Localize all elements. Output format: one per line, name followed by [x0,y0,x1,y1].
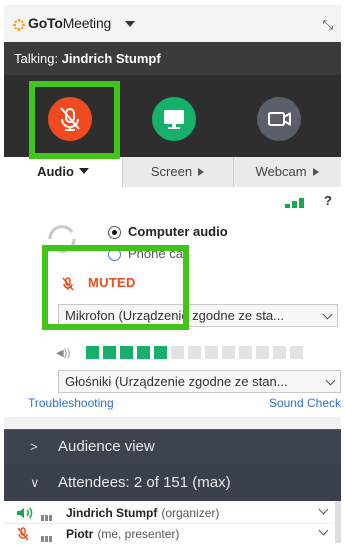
attendee-row[interactable]: Jindrich Stumpf (organizer) [4,503,341,523]
app-menu-caret-icon[interactable] [125,21,135,27]
talking-indicator: Talking: Jindrich Stumpf [4,42,341,75]
level-segment [256,346,269,359]
connection-bars-icon [41,531,53,543]
highlight-box [29,81,120,159]
attendee-role: (me, presenter) [97,527,180,541]
collapse-panel-icon[interactable]: ⤡ [323,17,334,33]
level-segment [171,346,184,359]
tab-screen[interactable]: Screen [122,157,234,187]
attendee-role: (organizer) [161,506,220,520]
media-tabs: Audio Screen Webcam [4,157,341,188]
computer-audio-label: Computer audio [128,224,228,239]
level-segment [205,346,218,359]
attendee-name-text: Piotr [66,527,94,541]
share-screen-button[interactable] [152,97,196,141]
brand-bold: GoTo [28,15,63,31]
attendee-name: Piotr (me, presenter) [66,527,179,541]
webcam-icon [268,112,291,126]
microphone-muted-icon [17,527,29,541]
tab-screen-label: Screen [150,164,193,179]
speaker-select[interactable]: Głośniki (Urządzenie zgodne ze stan... [58,370,341,393]
speaking-icon [17,507,33,519]
audience-view-label: Audience view [58,438,155,455]
tab-webcam[interactable]: Webcam [233,157,341,187]
connection-bars-icon [41,510,53,524]
tab-audio[interactable]: Audio [4,157,123,188]
level-segment [290,346,303,359]
chevron-right-icon: > [30,439,38,454]
brand-rest: Meeting [62,15,112,31]
level-segment [86,346,99,359]
troubleshooting-link[interactable]: Troubleshooting [28,396,114,410]
chevron-down-icon [322,309,333,320]
screen-share-icon [164,110,184,129]
sound-check-link[interactable]: Sound Check [269,396,341,410]
attendees-label: Attendees: 2 of 151 (max) [58,474,231,491]
speaker-volume-icon: ◀)) [56,348,71,359]
computer-audio-radio[interactable] [108,226,121,239]
attendee-list-scrollbar[interactable] [335,501,341,543]
speaker-select-value: Głośniki (Urządzenie zgodne ze stan... [65,374,288,389]
attendee-name: Jindrich Stumpf (organizer) [66,506,219,520]
talking-name: Jindrich Stumpf [61,51,161,66]
title-bar: GoToMeeting ⤡ [4,5,341,43]
talking-prefix: Talking: [14,51,62,66]
level-segment [239,346,252,359]
gotomeeting-panel: GoToMeeting ⤡ Talking: Jindrich Stumpf A… [4,5,341,543]
attendee-name-text: Jindrich Stumpf [66,506,158,520]
chevron-right-icon [312,168,319,176]
tab-audio-label: Audio [37,164,74,179]
attendee-row[interactable]: Piotr (me, presenter) [4,523,341,543]
level-segment [103,346,116,359]
level-segment [137,346,150,359]
chevron-right-icon [198,168,205,176]
level-segment [154,346,167,359]
level-segment [120,346,133,359]
level-segment [188,346,201,359]
chevron-down-icon [78,168,89,174]
app-brand[interactable]: GoToMeeting [28,15,111,31]
tab-webcam-label: Webcam [255,164,307,179]
chevron-down-icon [325,375,336,386]
highlight-box [42,245,189,330]
help-button[interactable]: ? [324,193,332,208]
level-segment [222,346,235,359]
chevron-down-icon: ∨ [30,475,40,490]
gotomeeting-logo-icon [13,19,25,31]
audience-view-section[interactable]: > Audience view [4,429,341,464]
chevron-down-icon[interactable] [318,504,329,515]
webcam-button[interactable] [257,97,301,141]
attendee-list: Jindrich Stumpf (organizer) Piotr (me, pre… [4,501,341,543]
chevron-down-icon[interactable] [318,525,329,536]
level-segment [273,346,286,359]
attendees-section[interactable]: ∨ Attendees: 2 of 151 (max) [4,464,341,501]
